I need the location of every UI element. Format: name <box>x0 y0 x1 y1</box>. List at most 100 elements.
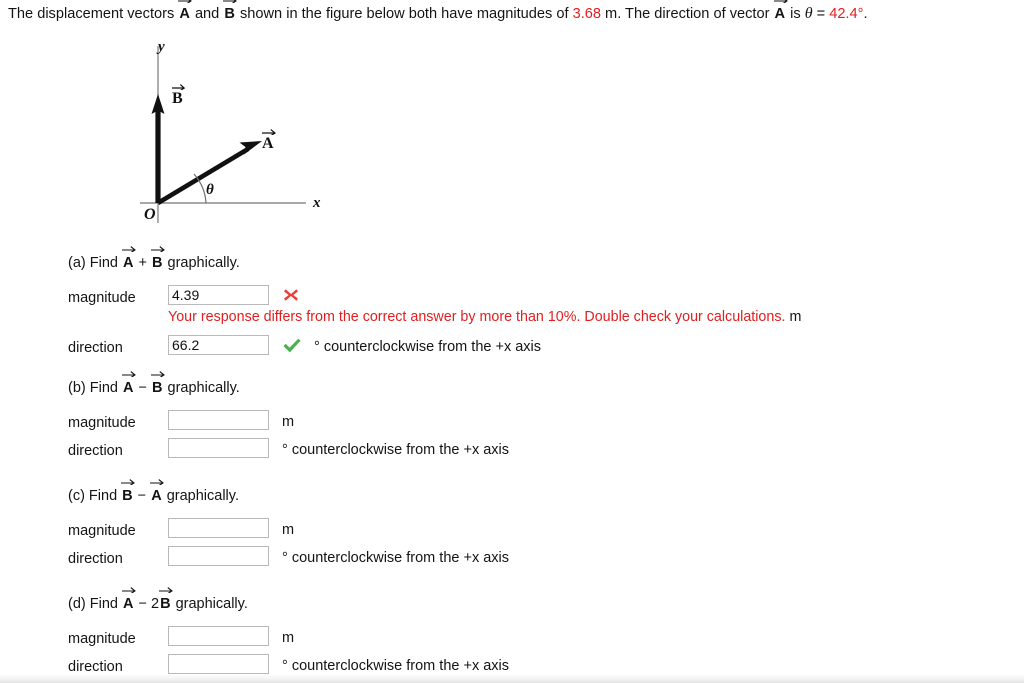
part-b-title: (b) Find A − B graphically. <box>68 371 968 398</box>
part-a: (a) Find A + B graphically. magnitude Your… <box>68 246 968 363</box>
angle-label: θ <box>206 182 214 198</box>
magnitude-label: magnitude <box>68 523 136 539</box>
vector-b-symbol: B <box>223 0 238 24</box>
answer-row-direction: direction ° counterclockwise from the +x … <box>68 335 968 363</box>
bottom-gradient-strip <box>0 674 1024 683</box>
vector-diagram: y x O θ B A <box>110 30 350 230</box>
answer-row-direction: direction ° counterclockwise from the +x … <box>68 546 968 574</box>
vector-arrow-accent-icon <box>178 0 193 3</box>
feedback-unit-text: m <box>789 309 802 325</box>
problem-text-1: The displacement vectors <box>8 6 179 22</box>
angle-value: 42.4° <box>829 6 864 22</box>
vector-b-letter: B <box>224 6 235 22</box>
correct-icon <box>282 337 301 355</box>
vector-letter: A <box>151 488 162 504</box>
figure-vector-b-letter: B <box>172 90 183 107</box>
vector-a-symbol: A <box>122 246 136 273</box>
figure-vector-b-label: B <box>172 84 186 108</box>
vector-a-letter: A <box>179 6 190 22</box>
vector-arrow-accent-icon <box>151 244 165 252</box>
direction-label: direction <box>68 443 123 459</box>
origin-label: O <box>144 206 156 223</box>
problem-text-4: m. The direction of vector <box>601 6 774 22</box>
direction-unit-text: ° counterclockwise from the +x axis <box>282 442 510 458</box>
figure-vector-a-letter: A <box>262 135 274 152</box>
equals-sign: = <box>812 6 830 22</box>
vector-b-symbol: B <box>159 587 173 614</box>
part-operator: − 2 <box>134 596 160 612</box>
part-label: (c) Find <box>68 488 122 504</box>
vector-a-letter-2: A <box>774 6 786 22</box>
vector-arrow-accent-icon <box>172 82 186 90</box>
part-c: (c) Find B − A graphically. magnitude m dir… <box>68 479 968 574</box>
part-suffix: graphically. <box>163 380 240 396</box>
part-a-title: (a) Find A + B graphically. <box>68 246 968 273</box>
vector-a-symbol: A <box>122 371 136 398</box>
vector-arrow-accent-icon <box>262 127 277 135</box>
answer-row-magnitude: magnitude m <box>68 626 968 654</box>
vector-a-symbol: A <box>122 587 136 614</box>
magnitude-unit-text: m <box>282 414 295 430</box>
direction-label: direction <box>68 659 123 675</box>
magnitude-label: magnitude <box>68 290 136 306</box>
answer-row-magnitude: magnitude m <box>68 410 968 438</box>
incorrect-icon <box>282 286 300 304</box>
problem-text-2: and <box>190 6 224 22</box>
part-suffix: graphically. <box>162 488 239 504</box>
part-suffix: graphically. <box>163 255 240 271</box>
answer-row-direction: direction ° counterclockwise from the +x … <box>68 438 968 466</box>
feedback-text: Your response differs from the correct a… <box>168 309 786 325</box>
direction-unit-text: ° counterclockwise from the +x axis <box>282 658 510 674</box>
vector-b-symbol: B <box>151 371 165 398</box>
vector-arrow-accent-icon <box>122 244 136 252</box>
vector-arrow-accent-icon <box>122 585 136 593</box>
vector-arrow-accent-icon <box>122 369 136 377</box>
direction-label: direction <box>68 340 123 356</box>
vector-b-symbol: B <box>151 246 165 273</box>
vector-arrow-accent-icon <box>223 0 238 3</box>
magnitude-unit-text: m <box>282 522 295 538</box>
part-label: (b) Find <box>68 380 122 396</box>
magnitude-value: 3.68 <box>572 6 601 22</box>
x-axis-label: x <box>313 195 321 211</box>
direction-label: direction <box>68 551 123 567</box>
answer-row-magnitude: magnitude Your response differs from the … <box>68 285 968 335</box>
vector-letter: B <box>152 255 163 271</box>
theta-symbol: θ <box>804 5 813 22</box>
direction-input[interactable] <box>168 438 269 458</box>
vector-letter: A <box>123 380 134 396</box>
direction-unit-text: ° counterclockwise from the +x axis <box>314 339 542 355</box>
magnitude-input[interactable] <box>168 626 269 646</box>
vector-letter: B <box>160 596 171 612</box>
part-c-title: (c) Find B − A graphically. <box>68 479 968 506</box>
part-suffix: graphically. <box>171 596 248 612</box>
vector-a-symbol-2: A <box>773 0 788 24</box>
vector-letter: A <box>123 596 134 612</box>
problem-text-5: is <box>786 6 805 22</box>
vector-letter: A <box>123 255 134 271</box>
direction-input[interactable] <box>168 654 269 674</box>
vector-arrow-accent-icon <box>150 477 165 485</box>
part-d-title: (d) Find A − 2B graphically. <box>68 587 968 614</box>
y-axis-label: y <box>158 39 165 55</box>
vector-arrow-accent-icon <box>151 369 165 377</box>
magnitude-input[interactable] <box>168 410 269 430</box>
vector-letter: B <box>152 380 163 396</box>
magnitude-input[interactable] <box>168 285 269 305</box>
part-b: (b) Find A − B graphically. magnitude m dir… <box>68 371 968 466</box>
feedback-message: Your response differs from the correct a… <box>168 309 801 325</box>
vector-letter: B <box>122 488 133 504</box>
answer-row-magnitude: magnitude m <box>68 518 968 546</box>
magnitude-label: magnitude <box>68 631 136 647</box>
part-operator: − <box>133 488 151 504</box>
direction-input[interactable] <box>168 335 269 355</box>
part-d: (d) Find A − 2B graphically. magnitude m di… <box>68 587 968 682</box>
direction-unit-text: ° counterclockwise from the +x axis <box>282 550 510 566</box>
magnitude-input[interactable] <box>168 518 269 538</box>
direction-input[interactable] <box>168 546 269 566</box>
part-operator: + <box>134 255 152 271</box>
problem-statement: The displacement vectors A and B shown i… <box>8 0 1016 24</box>
part-label: (d) Find <box>68 596 122 612</box>
magnitude-label: magnitude <box>68 415 136 431</box>
vector-a-symbol: A <box>178 0 193 24</box>
